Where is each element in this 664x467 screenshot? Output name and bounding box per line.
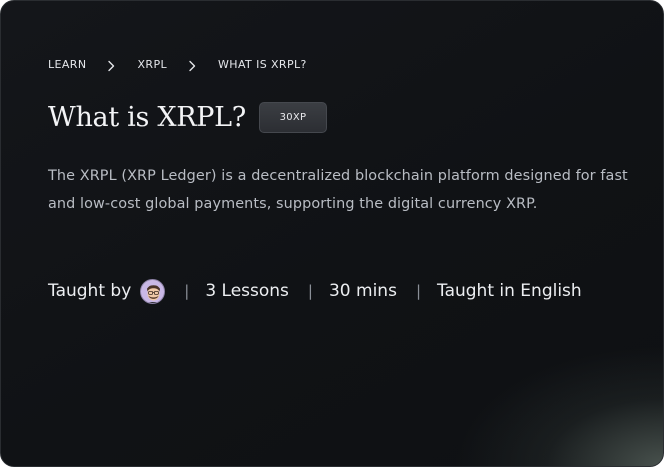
course-duration: 30 mins: [328, 281, 397, 301]
meta-separator: |: [184, 282, 190, 300]
xp-badge: 30XP: [258, 102, 327, 133]
course-language: Taught in English: [437, 281, 582, 301]
meta-separator: |: [415, 282, 421, 300]
course-card: LEARN XRPL WHAT IS XRPL? What is XRPL? 3…: [0, 0, 664, 467]
instructor-avatar[interactable]: [140, 278, 166, 304]
course-description: The XRPL (XRP Ledger) is a decentralized…: [48, 168, 628, 212]
chevron-right-icon: [189, 60, 196, 72]
lessons-count: 3 Lessons: [205, 281, 289, 301]
course-meta: Taught by | 3 Lessons | 30 mins | Taught…: [48, 276, 582, 306]
breadcrumb: LEARN XRPL WHAT IS XRPL?: [48, 58, 307, 71]
breadcrumb-xrpl[interactable]: XRPL: [137, 58, 167, 71]
title-row: What is XRPL? 30XP: [48, 102, 327, 133]
page-title: What is XRPL?: [48, 102, 246, 133]
breadcrumb-learn[interactable]: LEARN: [48, 58, 86, 71]
meta-separator: |: [307, 282, 313, 300]
taught-by-label: Taught by: [48, 281, 132, 301]
chevron-right-icon: [108, 60, 115, 72]
breadcrumb-current: WHAT IS XRPL?: [218, 58, 307, 71]
